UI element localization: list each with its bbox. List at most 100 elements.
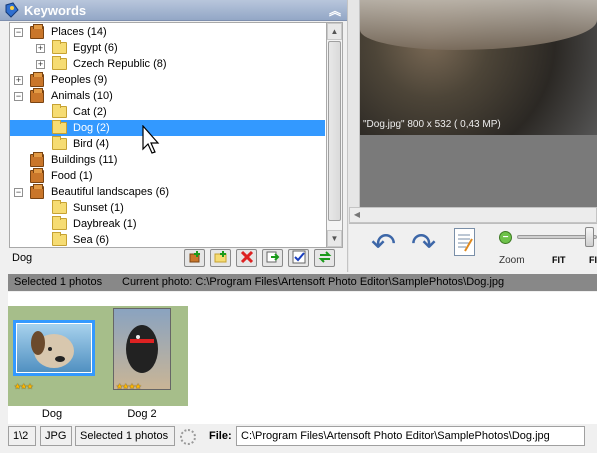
- keyword-group-icon: [30, 72, 44, 87]
- thumbnail-caption: Dog 2: [127, 408, 157, 420]
- scroll-up-icon[interactable]: ▲: [327, 23, 342, 40]
- expand-icon[interactable]: +: [14, 76, 23, 85]
- rating-stars: ★★★: [14, 382, 33, 391]
- collapse-node-icon[interactable]: −: [14, 188, 23, 197]
- photo-fur-region: [360, 0, 597, 50]
- scroll-down-icon[interactable]: ▼: [327, 230, 342, 247]
- expand-icon[interactable]: +: [36, 44, 45, 53]
- keywords-title: Keywords: [24, 3, 87, 18]
- tree-scrollbar[interactable]: ▲ ▼: [326, 22, 343, 248]
- tree-item[interactable]: Bird (4): [10, 136, 325, 152]
- dog-2-photo-icon: [126, 325, 158, 373]
- fit-button-2[interactable]: FI: [589, 255, 597, 265]
- file-label: File:: [209, 430, 232, 442]
- tree-item-label: Places (14): [51, 26, 107, 38]
- page-indicator: 1\2: [8, 426, 36, 446]
- scroll-thumb[interactable]: [328, 41, 341, 221]
- preview-scrollbar[interactable]: ◀: [349, 207, 597, 223]
- keywords-panel: Keywords ︽ − Places (14) + Egypt (6) + Czech …: [0, 0, 347, 272]
- folder-icon: [52, 104, 67, 118]
- zoom-out-icon[interactable]: −: [499, 231, 512, 244]
- folder-icon: [52, 200, 67, 214]
- expand-icon[interactable]: +: [36, 60, 45, 69]
- folder-icon: [52, 216, 67, 230]
- add-folder-icon[interactable]: [210, 249, 231, 267]
- keyword-tree[interactable]: − Places (14) + Egypt (6) + Czech Republic (8…: [9, 22, 326, 248]
- folder-icon: [52, 56, 67, 70]
- tree-item[interactable]: − Places (14): [10, 24, 325, 40]
- refresh-icon[interactable]: [314, 249, 335, 267]
- tree-item-label: Food (1): [51, 170, 93, 182]
- tree-item[interactable]: Cat (2): [10, 104, 325, 120]
- zoom-slider-thumb[interactable]: [585, 227, 594, 247]
- apply-icon[interactable]: [288, 249, 309, 267]
- dog-photo-icon: [31, 331, 74, 368]
- current-photo-path: Current photo: C:\Program Files\Artensof…: [122, 276, 505, 288]
- folder-icon: [52, 232, 67, 246]
- tree-item[interactable]: Buildings (11): [10, 152, 325, 168]
- tree-item[interactable]: − Beautiful landscapes (6): [10, 184, 325, 200]
- keyword-group-icon: [30, 168, 44, 183]
- preview-background: [360, 135, 597, 207]
- folder-icon: [52, 120, 67, 134]
- folder-icon: [52, 136, 67, 150]
- tree-item-label: Dog (2): [73, 122, 110, 134]
- collapse-node-icon[interactable]: −: [14, 92, 23, 101]
- thumbnail-area[interactable]: ★★★ Dog ★★★★ Dog 2: [8, 292, 597, 424]
- keyword-group-icon: [30, 88, 44, 103]
- keywords-logo-icon: [5, 2, 19, 18]
- tree-item[interactable]: Sunset (1): [10, 200, 325, 216]
- properties-document-icon[interactable]: [454, 228, 475, 256]
- selected-count: Selected 1 photos: [14, 276, 103, 288]
- tree-item-label: Buildings (11): [51, 154, 118, 166]
- export-icon[interactable]: [262, 249, 283, 267]
- photo-info: "Dog.jpg" 800 x 532 ( 0,43 MP): [363, 119, 501, 130]
- thumbnail-image[interactable]: [113, 308, 171, 390]
- keywords-footer: Dog: [9, 249, 344, 267]
- current-keyword: Dog: [12, 252, 33, 264]
- keyword-group-icon: [30, 152, 44, 167]
- tree-item-label: Czech Republic (8): [73, 58, 167, 70]
- tree-item-label: Beautiful landscapes (6): [51, 186, 170, 198]
- collapse-node-icon[interactable]: −: [14, 28, 23, 37]
- tree-item[interactable]: + Peoples (9): [10, 72, 325, 88]
- tree-item[interactable]: Dog (2): [10, 120, 325, 136]
- tree-item[interactable]: + Egypt (6): [10, 40, 325, 56]
- tree-item[interactable]: Daybreak (1): [10, 216, 325, 232]
- collapse-icon[interactable]: ︽: [329, 2, 341, 19]
- thumbnail-dog-2[interactable]: ★★★★ Dog 2: [96, 306, 188, 420]
- tree-item[interactable]: + Czech Republic (8): [10, 56, 325, 72]
- tree-item-label: Sea (6): [73, 234, 110, 246]
- tree-item-label: Daybreak (1): [73, 218, 137, 230]
- photo-preview[interactable]: [360, 0, 597, 135]
- tree-item-label: Peoples (9): [51, 74, 108, 86]
- delete-icon[interactable]: [236, 249, 257, 267]
- loading-spinner-icon: [180, 429, 196, 445]
- tree-item-label: Bird (4): [73, 138, 110, 150]
- thumbnail-strip: ★★★ Dog ★★★★ Dog 2: [8, 306, 188, 420]
- rating-stars: ★★★★: [116, 382, 142, 391]
- rotate-right-icon[interactable]: ↷: [411, 230, 436, 260]
- rotate-left-icon[interactable]: ↶: [371, 230, 396, 260]
- tree-item[interactable]: − Animals (10): [10, 88, 325, 104]
- thumbnail-caption: Dog: [41, 408, 63, 420]
- bottom-status-bar: 1\2 JPG Selected 1 photos File: C:\Progr…: [0, 424, 597, 453]
- add-keyword-icon[interactable]: [184, 249, 205, 267]
- file-path-field[interactable]: C:\Program Files\Artensoft Photo Editor\…: [236, 426, 585, 446]
- zoom-label: Zoom: [499, 255, 525, 266]
- folder-icon: [52, 40, 67, 54]
- thumbnail-dog[interactable]: ★★★ Dog: [8, 306, 96, 420]
- mouse-cursor-icon: [142, 125, 160, 154]
- thumbnail-image[interactable]: [13, 320, 95, 376]
- keyword-group-icon: [30, 184, 44, 199]
- tree-item-label: Animals (10): [51, 90, 113, 102]
- tree-item-label: Sunset (1): [73, 202, 124, 214]
- tree-item-label: Cat (2): [73, 106, 107, 118]
- scroll-left-icon[interactable]: ◀: [350, 208, 364, 222]
- file-format: JPG: [40, 426, 72, 446]
- tree-item[interactable]: Sea (6): [10, 232, 325, 248]
- keyword-group-icon: [30, 24, 44, 39]
- keywords-header[interactable]: Keywords ︽: [0, 0, 347, 21]
- tree-item[interactable]: Food (1): [10, 168, 325, 184]
- fit-button[interactable]: FIT: [552, 255, 566, 265]
